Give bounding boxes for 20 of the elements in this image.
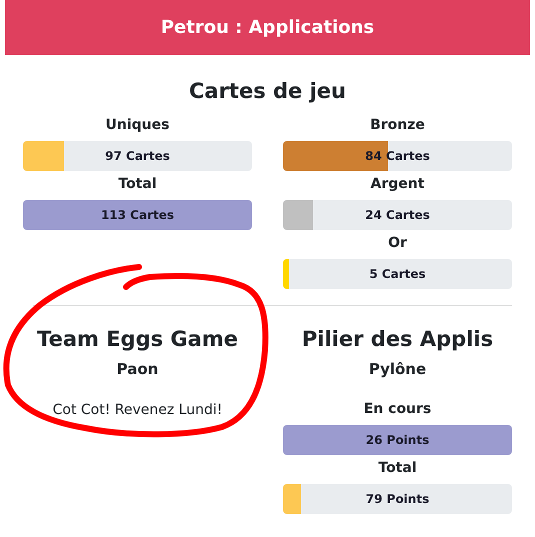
progress-reading: 79 Points xyxy=(366,492,430,506)
meter-label: Or xyxy=(387,234,408,253)
header-title: Petrou : Applications xyxy=(5,0,530,55)
progress-reading: 97 Cartes xyxy=(105,149,170,163)
meter-label: Uniques xyxy=(104,116,170,135)
progress-reading: 24 Cartes xyxy=(365,208,430,222)
app-title: Team Eggs Game xyxy=(36,326,239,352)
meter-label: Argent xyxy=(370,175,426,194)
app-title: Pilier des Applis xyxy=(300,326,494,352)
app-subtitle: Paon xyxy=(116,359,160,380)
section-title: Cartes de jeu xyxy=(188,78,347,104)
meter-label: En cours xyxy=(362,400,432,419)
progress-reading: 5 Cartes xyxy=(369,267,426,281)
meter-label: Total xyxy=(117,175,158,194)
app-subtitle: Pylône xyxy=(368,359,428,380)
app-message: Cot Cot! Revenez Lundi! xyxy=(52,401,224,420)
progress-reading: 113 Cartes xyxy=(100,208,174,222)
meter-label: Bronze xyxy=(369,116,426,135)
progress-reading: 26 Points xyxy=(366,433,430,447)
meter-label: Total xyxy=(377,459,418,478)
